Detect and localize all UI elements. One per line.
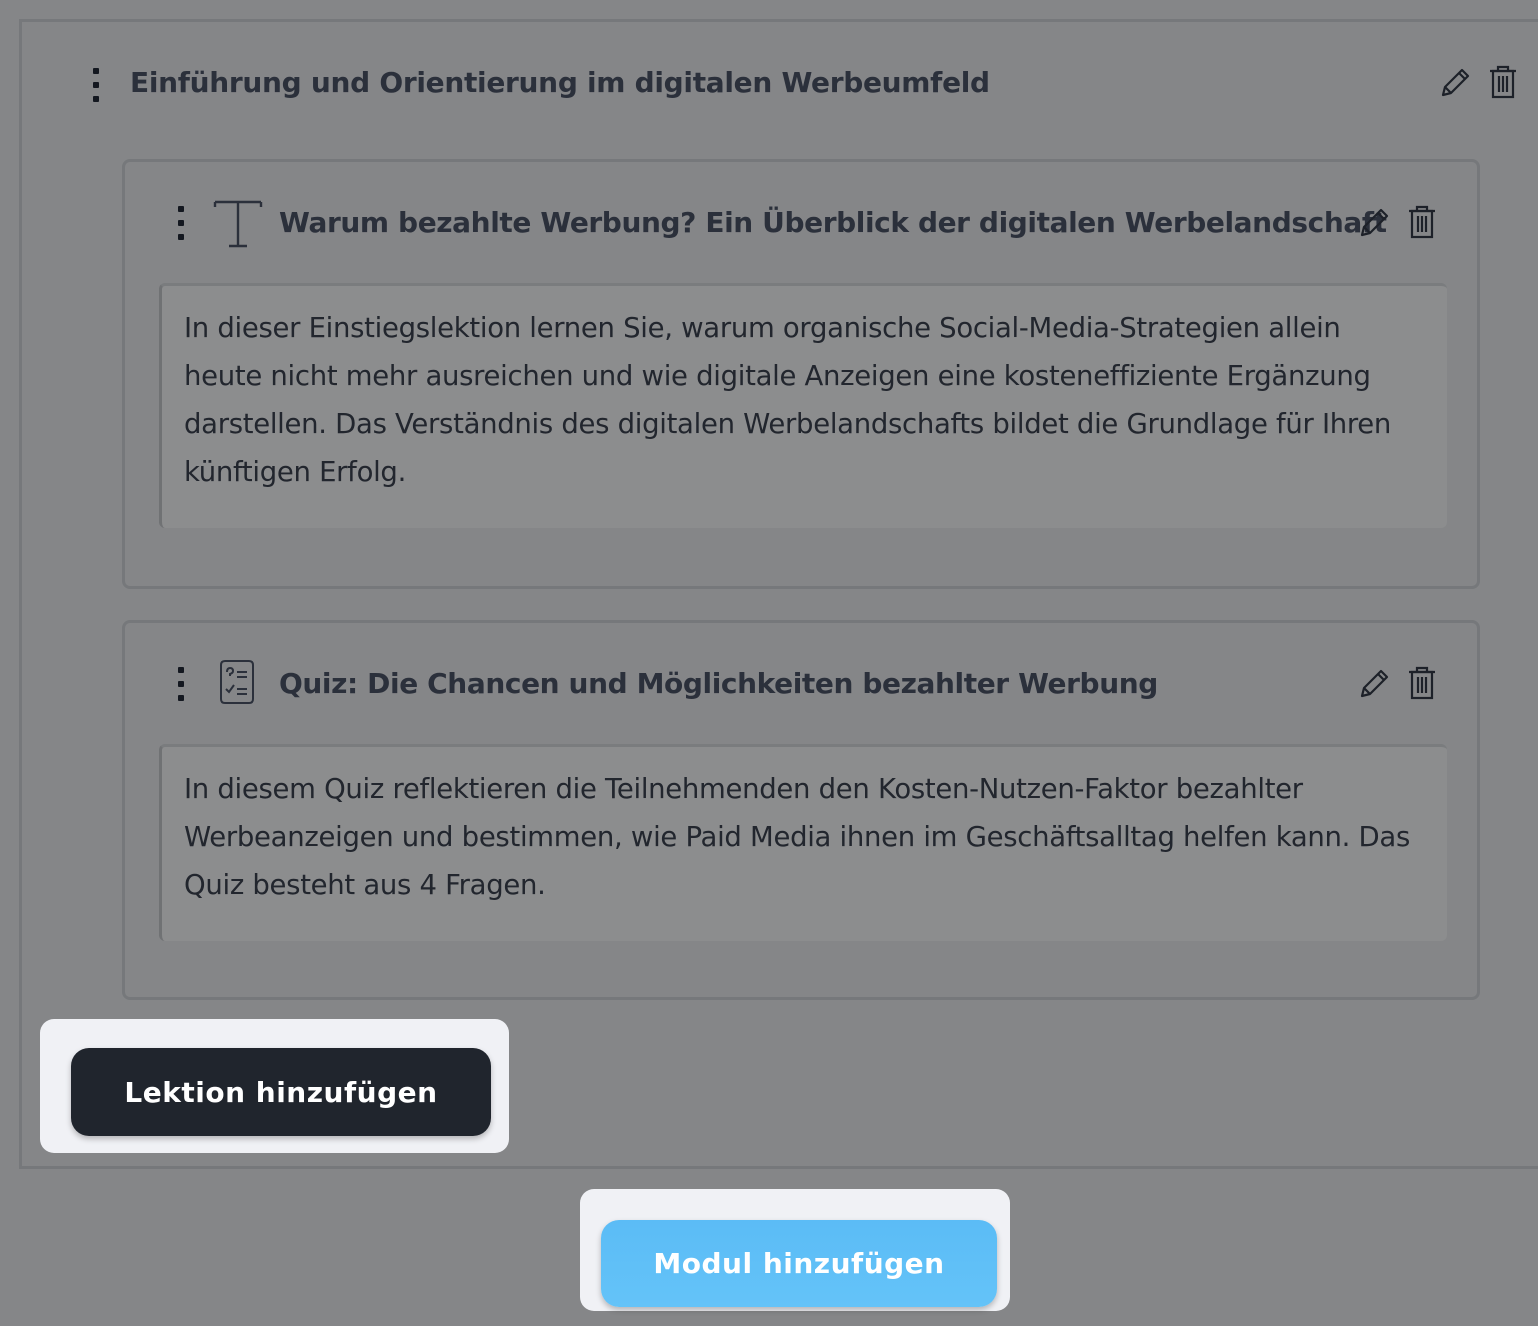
lesson-drag-handle[interactable] [177, 206, 185, 240]
pencil-icon [1360, 208, 1389, 237]
lesson-drag-handle[interactable] [177, 667, 185, 701]
pencil-icon [1441, 68, 1470, 97]
add-module-button[interactable]: Modul hinzufügen [601, 1220, 997, 1307]
lesson-title: Quiz: Die Chancen und Möglichkeiten beza… [279, 667, 1158, 700]
add-module-highlight: Modul hinzufügen [580, 1189, 1010, 1311]
trash-icon [1409, 666, 1435, 700]
lesson-delete-button[interactable] [1405, 665, 1439, 701]
module-title: Einführung und Orientierung im digitalen… [130, 66, 990, 99]
lesson-description[interactable]: In diesem Quiz reflektieren die Teilnehm… [159, 744, 1447, 941]
text-type-icon [213, 198, 263, 250]
pencil-icon [1360, 669, 1389, 698]
lesson-edit-button[interactable] [1357, 665, 1391, 701]
add-lesson-highlight: Lektion hinzufügen [40, 1019, 509, 1153]
add-lesson-button[interactable]: Lektion hinzufügen [71, 1048, 491, 1136]
module-card: Einführung und Orientierung im digitalen… [19, 19, 1538, 1169]
lesson-delete-button[interactable] [1405, 204, 1439, 240]
lesson-description[interactable]: In dieser Einstiegslektion lernen Sie, w… [159, 283, 1447, 528]
trash-icon [1409, 205, 1435, 239]
lesson-card: Quiz: Die Chancen und Möglichkeiten beza… [122, 620, 1480, 1000]
quiz-icon [219, 659, 255, 705]
lesson-title: Warum bezahlte Werbung? Ein Überblick de… [279, 206, 1387, 239]
lesson-card: Warum bezahlte Werbung? Ein Überblick de… [122, 159, 1480, 589]
module-delete-button[interactable] [1486, 64, 1520, 100]
module-drag-handle[interactable] [92, 68, 100, 102]
lesson-edit-button[interactable] [1357, 204, 1391, 240]
trash-icon [1490, 65, 1516, 99]
module-edit-button[interactable] [1438, 64, 1472, 100]
